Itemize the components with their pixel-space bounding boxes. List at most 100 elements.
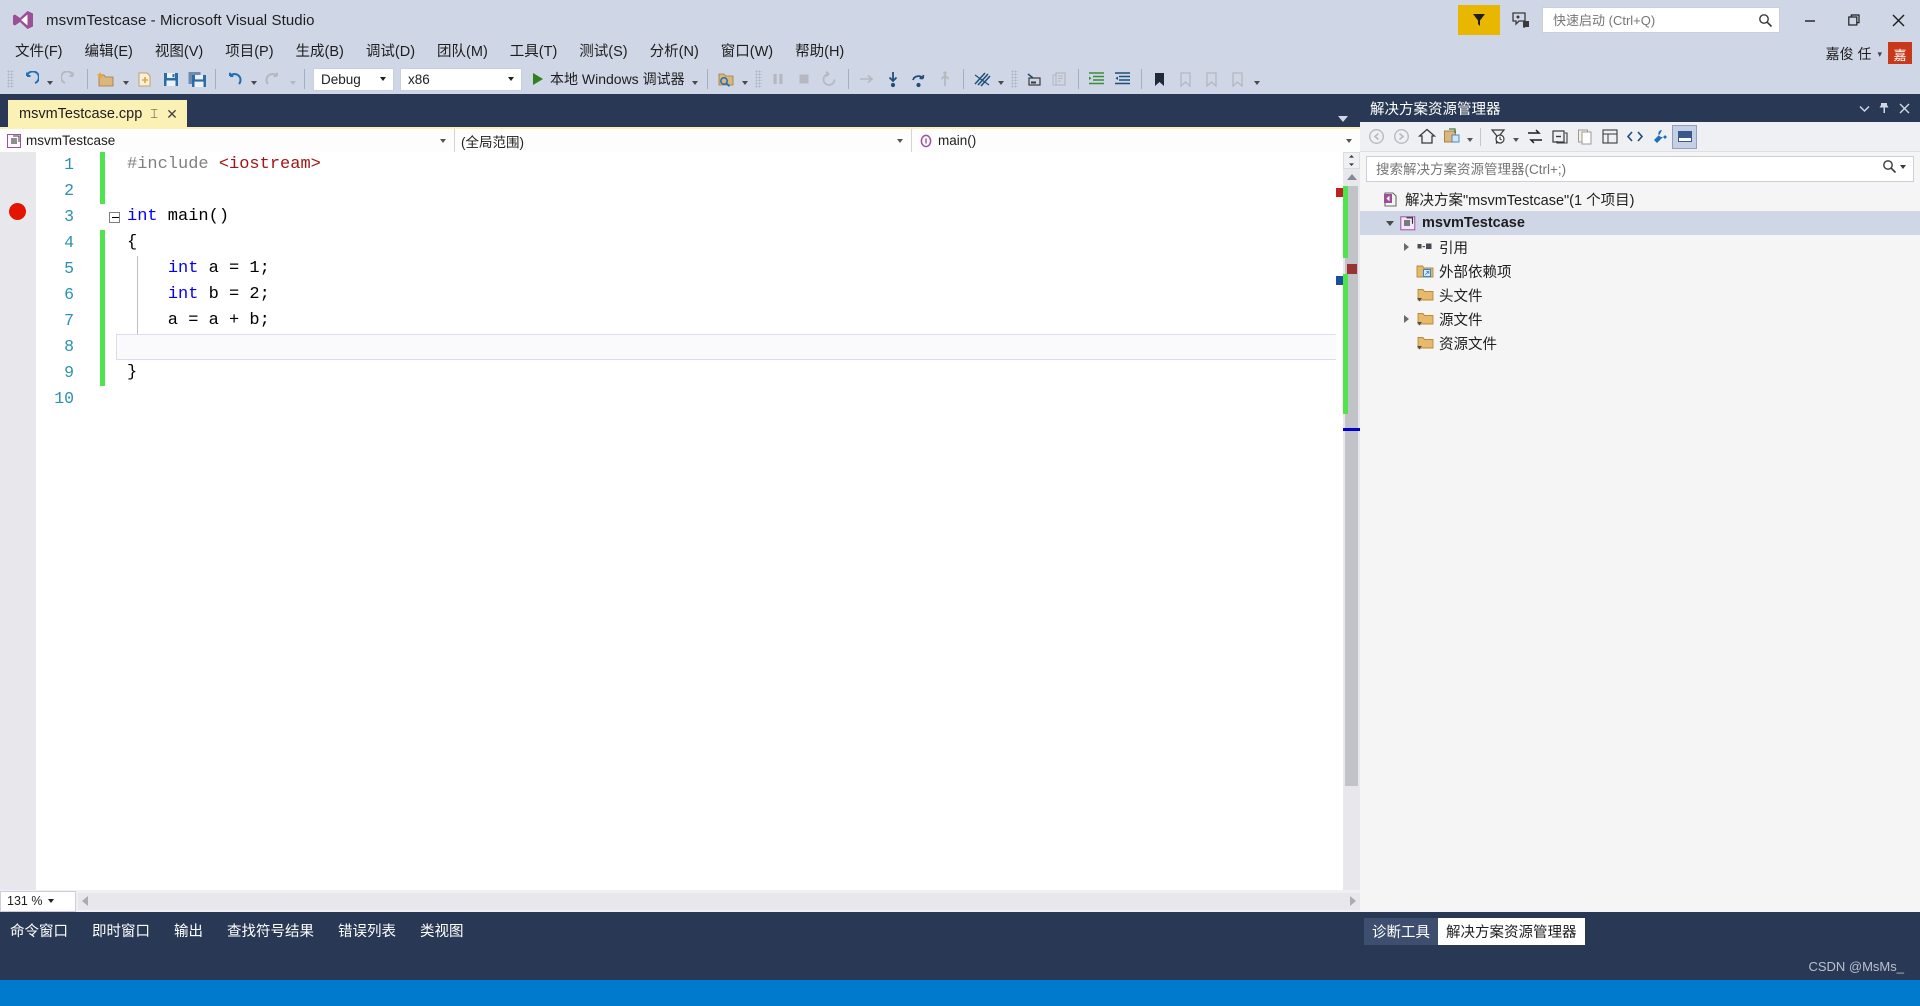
code-line[interactable]: 9} [36,360,1360,386]
home-icon[interactable] [1414,125,1439,149]
close-icon[interactable]: ✕ [166,107,178,121]
window-close-button[interactable] [1876,5,1920,35]
expander-chevron-icon[interactable] [1398,315,1415,323]
view-code-icon[interactable] [1622,125,1647,149]
menu-view[interactable]: 视图(V) [144,40,214,64]
menu-file[interactable]: 文件(F) [4,40,74,64]
navigate-backward-icon[interactable] [17,67,43,91]
window-restore-button[interactable] [1832,5,1876,35]
pending-changes-filter-icon[interactable] [1485,125,1510,149]
tree-item-references[interactable]: 引用 [1360,235,1920,259]
menu-help[interactable]: 帮助(H) [784,40,855,64]
code-line[interactable]: 7 a = a + b; [36,308,1360,334]
chevron-down-icon[interactable] [891,138,909,143]
pin-icon[interactable] [1874,98,1894,118]
bookmark-icon[interactable] [1147,67,1173,91]
pin-icon[interactable]: ⌶ [150,106,158,122]
unindent-icon[interactable] [1110,67,1136,91]
find-dropdown[interactable] [739,67,752,91]
search-options-dropdown[interactable] [1897,164,1909,174]
search-icon[interactable] [1882,159,1897,179]
debug-toolbar-grip[interactable] [754,70,762,88]
code-text[interactable] [123,178,1360,204]
bottom-tab-class-view[interactable]: 类视图 [410,918,474,943]
start-debugging-dropdown[interactable] [689,67,702,91]
refresh-icon[interactable] [1522,125,1547,149]
code-text[interactable]: a = a + b; [123,308,1360,334]
step-over-icon[interactable] [906,67,932,91]
chevron-down-icon[interactable] [1340,138,1358,143]
menu-window[interactable]: 窗口(W) [710,40,784,64]
properties-window-icon[interactable] [1647,125,1672,149]
split-view-button[interactable] [1343,152,1360,169]
window-minimize-button[interactable] [1788,5,1832,35]
properties-icon[interactable] [1597,125,1622,149]
menu-tools[interactable]: 工具(T) [499,40,569,64]
breakpoint-gutter[interactable] [0,152,36,1006]
account-area[interactable]: 嘉俊 任 ▾ 嘉 [1826,42,1912,66]
code-text[interactable]: #include <iostream> [123,152,1360,178]
solution-platform-combo[interactable]: x86 [400,67,522,91]
find-in-files-icon[interactable] [713,67,739,91]
footer-tab-solution-explorer[interactable]: 解决方案资源管理器 [1438,918,1585,945]
save-icon[interactable] [158,67,184,91]
solution-explorer-search-input[interactable] [1374,160,1882,178]
undo-dropdown[interactable] [247,67,260,91]
chevron-down-icon[interactable] [42,899,60,903]
bottom-tab-find-symbol-results[interactable]: 查找符号结果 [217,918,324,943]
new-project-dropdown[interactable] [119,67,132,91]
display-window-icon[interactable] [1021,67,1047,91]
window-menu-chevron-icon[interactable] [1854,98,1874,118]
code-line[interactable]: 5 int a = 1; [36,256,1360,282]
code-lines[interactable]: 1 #include <iostream> 2 3 int main() 4{5 int … [36,152,1360,1006]
code-text[interactable]: { [123,230,1360,256]
text-editor-toolbar-grip[interactable] [1010,70,1018,88]
scroll-up-arrow-icon[interactable] [1347,174,1357,180]
document-tab-msvmtestcase-cpp[interactable]: msvmTestcase.cpp ⌶ ✕ [8,100,187,127]
quick-launch-input[interactable] [1551,11,1758,29]
bottom-tab-immediate-window[interactable]: 即时窗口 [82,918,160,943]
feedback-balloon-icon[interactable] [1506,6,1536,34]
solution-tree[interactable]: 解决方案"msvmTestcase"(1 个项目) msvmTestcase 引用外… [1360,185,1920,885]
save-all-icon[interactable] [184,67,210,91]
scroll-left-arrow-icon[interactable] [82,896,88,906]
zoom-level-combo[interactable]: 131 % [0,890,76,912]
tree-item-solution[interactable]: 解决方案"msvmTestcase"(1 个项目) [1360,187,1920,211]
fold-region-toggle[interactable] [105,204,123,230]
avatar[interactable]: 嘉 [1888,42,1912,66]
quick-launch-box[interactable] [1542,7,1780,33]
solution-configuration-combo[interactable]: Debug [313,67,394,91]
code-line[interactable]: 1 #include <iostream> [36,152,1360,178]
expander-chevron-icon[interactable] [1398,243,1415,251]
chevron-down-icon[interactable] [375,77,391,81]
navbar-type-combo[interactable]: msvmTestcase [0,129,455,152]
tab-overflow-chevron-icon[interactable] [1338,116,1348,122]
code-line[interactable]: 3 int main() [36,204,1360,230]
undo-icon[interactable] [221,67,247,91]
collapse-minus-icon[interactable] [108,211,120,223]
navigate-backward-dropdown[interactable] [43,67,56,91]
expander-chevron-icon[interactable] [1381,220,1398,226]
tree-item-project[interactable]: msvmTestcase [1360,211,1920,235]
solution-explorer-search-box[interactable] [1366,156,1914,182]
code-line[interactable]: 10 [36,386,1360,412]
code-line[interactable]: 4{ [36,230,1360,256]
chevron-down-icon[interactable] [503,77,519,81]
breakpoint-indicator[interactable] [8,202,27,221]
menu-project[interactable]: 项目(P) [214,40,284,64]
send-feedback-button[interactable] [1458,5,1500,35]
bottom-tab-output[interactable]: 输出 [164,918,213,943]
footer-tab-diagnostic-tools[interactable]: 诊断工具 [1364,918,1438,945]
bottom-tab-error-list[interactable]: 错误列表 [328,918,406,943]
editor-vertical-scrollbar[interactable] [1343,152,1360,1006]
menu-analyze[interactable]: 分析(N) [639,40,710,64]
navbar-scope-combo[interactable]: (全局范围) [455,129,912,152]
chevron-down-icon[interactable]: ▾ [1877,49,1882,60]
tree-item-source-files[interactable]: 源文件 [1360,307,1920,331]
filter-dropdown[interactable] [1510,125,1522,149]
threads-dropdown[interactable] [995,67,1008,91]
start-debugging-button[interactable]: 本地 Windows 调试器 [529,67,689,91]
indent-icon[interactable] [1084,67,1110,91]
menu-team[interactable]: 团队(M) [426,40,499,64]
preview-selected-items-icon[interactable] [1672,124,1697,149]
